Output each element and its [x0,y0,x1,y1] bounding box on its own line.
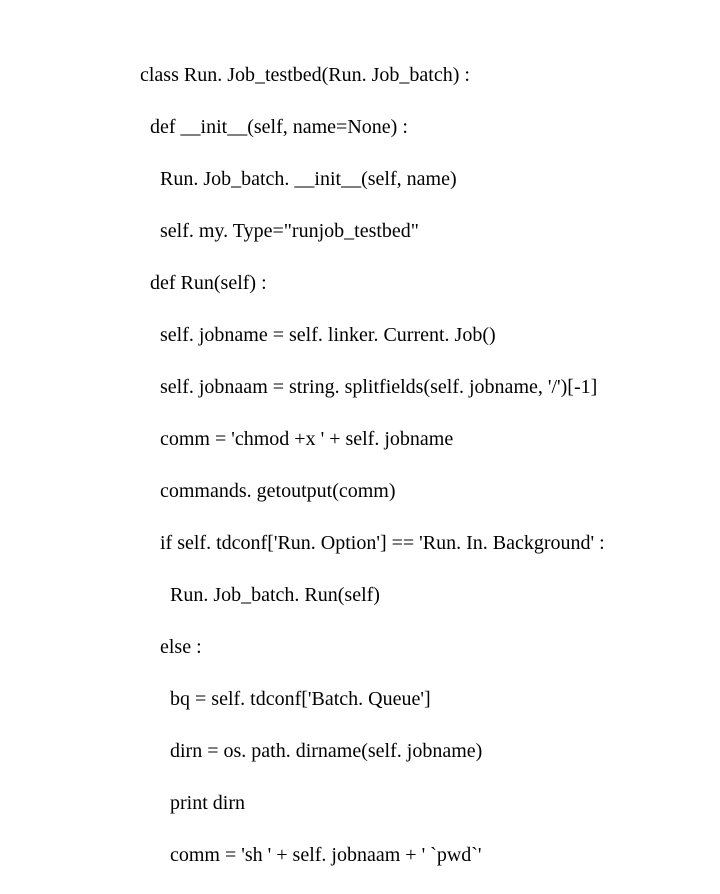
code-line: print dirn [140,790,605,816]
code-line: else : [140,634,605,660]
code-line: def Run(self) : [140,270,605,296]
code-line: def __init__(self, name=None) : [140,114,605,140]
code-line: if self. tdconf['Run. Option'] == 'Run. … [140,530,605,556]
code-line: self. my. Type="runjob_testbed" [140,218,605,244]
code-line: self. jobnaam = string. splitfields(self… [140,374,605,400]
code-line: Run. Job_batch. Run(self) [140,582,605,608]
code-line: class Run. Job_testbed(Run. Job_batch) : [140,62,605,88]
code-line: commands. getoutput(comm) [140,478,605,504]
code-line: dirn = os. path. dirname(self. jobname) [140,738,605,764]
code-line: self. jobname = self. linker. Current. J… [140,322,605,348]
code-block: class Run. Job_testbed(Run. Job_batch) :… [140,36,605,894]
code-line: Run. Job_batch. __init__(self, name) [140,166,605,192]
code-line: comm = 'chmod +x ' + self. jobname [140,426,605,452]
code-line: comm = 'sh ' + self. jobnaam + ' `pwd`' [140,842,605,868]
code-line: bq = self. tdconf['Batch. Queue'] [140,686,605,712]
